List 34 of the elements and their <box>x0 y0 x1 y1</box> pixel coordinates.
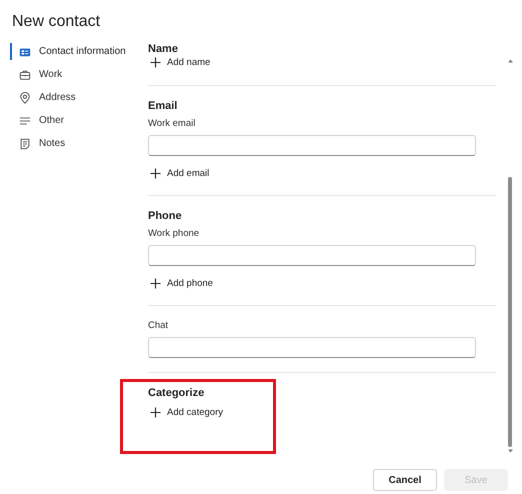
nav-item[interactable]: Other <box>10 112 64 129</box>
plus-icon <box>150 407 161 418</box>
scrollbar-thumb[interactable] <box>508 177 512 447</box>
add-button[interactable]: Add phone <box>148 276 215 291</box>
nav-item[interactable]: Contact information <box>10 43 126 60</box>
plus-icon <box>150 57 161 68</box>
nav-item[interactable]: Work <box>10 66 62 83</box>
scroll-up-icon[interactable] <box>508 59 512 63</box>
nav-item[interactable]: Notes <box>10 135 66 152</box>
input-field[interactable] <box>148 245 476 266</box>
location-pin-icon <box>19 92 31 104</box>
field-label: Work email <box>148 118 196 129</box>
section-heading: Phone <box>148 210 183 222</box>
plus-icon <box>150 168 161 179</box>
nav-item[interactable]: Address <box>10 89 76 106</box>
note-icon <box>19 138 31 150</box>
section-heading: Name <box>148 43 179 55</box>
add-button[interactable]: Add email <box>148 166 212 181</box>
briefcase-icon <box>19 68 31 80</box>
section-heading: Email <box>148 100 178 112</box>
dialog-button[interactable]: Cancel <box>373 469 437 491</box>
contact-card-icon <box>19 46 31 58</box>
field-label: Chat <box>148 320 170 331</box>
field-label: Work phone <box>148 228 200 239</box>
section-heading: Categorize <box>148 387 206 399</box>
input-field[interactable] <box>148 135 476 156</box>
scroll-down-icon[interactable] <box>508 449 512 453</box>
scrollbar[interactable] <box>506 59 514 453</box>
dialog-title: New contact <box>12 13 102 32</box>
add-button[interactable]: Add name <box>148 55 212 70</box>
plus-icon <box>150 278 161 289</box>
lines-icon <box>19 114 31 126</box>
add-button[interactable]: Add category <box>148 405 225 420</box>
input-field[interactable] <box>148 337 476 358</box>
